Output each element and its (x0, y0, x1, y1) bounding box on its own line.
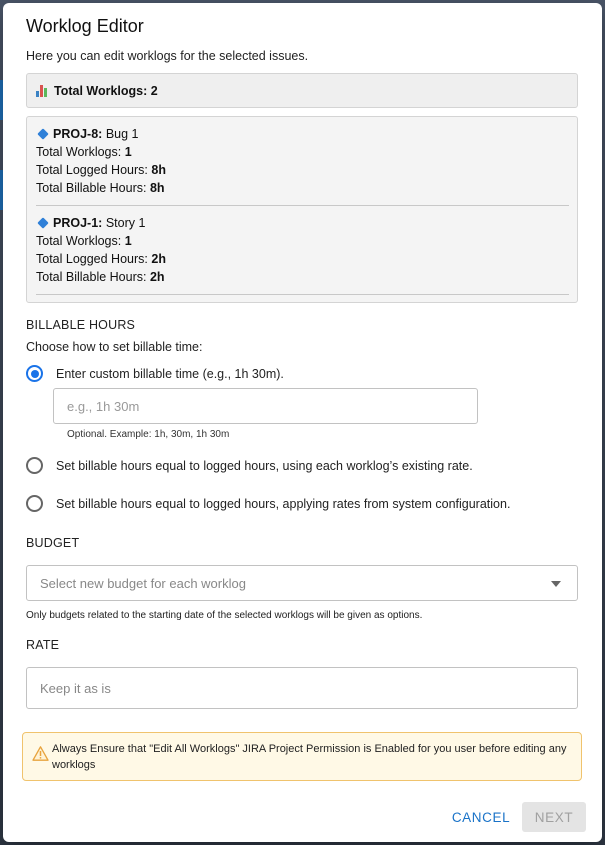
issue-type-icon (37, 128, 49, 140)
billable-hours-prompt: Choose how to set billable time: (26, 340, 203, 354)
worklog-editor-dialog: Worklog Editor Here you can edit worklog… (3, 3, 602, 842)
radio-label: Enter custom billable time (e.g., 1h 30m… (56, 366, 284, 381)
rate-input[interactable] (26, 667, 578, 709)
issue-item: PROJ-1: Story 1 Total Worklogs: 1 Total … (36, 214, 569, 295)
billable-hours-value: 2h (149, 270, 165, 284)
logged-hours-value: 8h (151, 163, 166, 177)
billable-hours-value: 8h (149, 181, 165, 195)
logged-hours-label: Total Logged Hours: (36, 163, 148, 177)
issues-list: PROJ-8: Bug 1 Total Worklogs: 1 Total Lo… (26, 116, 578, 303)
billable-input-hint: Optional. Example: 1h, 30m, 1h 30m (67, 429, 230, 440)
issue-billable-row: Total Billable Hours: 2h (36, 268, 569, 286)
dialog-description: Here you can edit worklogs for the selec… (26, 49, 309, 63)
logged-hours-value: 2h (151, 252, 166, 266)
issue-worklogs-row: Total Worklogs: 1 (36, 232, 569, 250)
total-worklogs-summary: Total Worklogs: 2 (26, 73, 578, 108)
issue-type-icon (37, 217, 49, 229)
radio-existing-rate[interactable]: Set billable hours equal to logged hours… (26, 457, 473, 474)
custom-billable-input[interactable] (53, 388, 478, 424)
logged-hours-label: Total Logged Hours: (36, 252, 148, 266)
radio-button[interactable] (26, 495, 43, 512)
warning-triangle-icon (32, 746, 49, 761)
radio-button[interactable] (26, 365, 43, 382)
issue-item: PROJ-8: Bug 1 Total Worklogs: 1 Total Lo… (36, 125, 569, 206)
dialog-title: Worklog Editor (26, 16, 144, 36)
worklogs-label: Total Worklogs: (36, 234, 122, 248)
budget-select[interactable]: Select new budget for each worklog (26, 565, 578, 601)
issue-name: Story 1 (105, 216, 146, 230)
issue-heading: PROJ-8: Bug 1 (36, 125, 569, 143)
budget-note: Only budgets related to the starting dat… (26, 610, 423, 621)
radio-label: Set billable hours equal to logged hours… (56, 458, 473, 473)
radio-button[interactable] (26, 457, 43, 474)
issue-key: PROJ-8: (53, 127, 103, 141)
worklogs-count: 1 (124, 145, 132, 159)
billable-hours-label: Total Billable Hours: (36, 270, 147, 284)
warning-text: Always Ensure that "Edit All Worklogs" J… (52, 743, 567, 771)
permission-warning: Always Ensure that "Edit All Worklogs" J… (22, 732, 582, 781)
worklogs-count: 1 (124, 234, 132, 248)
chevron-down-icon[interactable] (551, 581, 561, 587)
next-button[interactable]: NEXT (522, 802, 586, 832)
cancel-button[interactable]: CANCEL (450, 802, 512, 832)
worklogs-label: Total Worklogs: (36, 145, 122, 159)
issue-billable-row: Total Billable Hours: 8h (36, 179, 569, 197)
budget-heading: BUDGET (26, 536, 80, 550)
billable-hours-heading: BILLABLE HOURS (26, 318, 136, 332)
issue-heading: PROJ-1: Story 1 (36, 214, 569, 232)
radio-system-rate[interactable]: Set billable hours equal to logged hours… (26, 495, 510, 512)
rate-heading: RATE (26, 638, 60, 652)
issue-worklogs-row: Total Worklogs: 1 (36, 143, 569, 161)
issue-logged-row: Total Logged Hours: 2h (36, 250, 569, 268)
total-worklogs-label: Total Worklogs: 2 (54, 83, 158, 98)
budget-select-placeholder: Select new budget for each worklog (40, 575, 246, 591)
billable-hours-label: Total Billable Hours: (36, 181, 147, 195)
radio-custom-billable[interactable]: Enter custom billable time (e.g., 1h 30m… (26, 365, 284, 382)
bar-chart-icon (36, 84, 49, 97)
issue-key: PROJ-1: (53, 216, 103, 230)
radio-label: Set billable hours equal to logged hours… (56, 496, 511, 511)
issue-logged-row: Total Logged Hours: 8h (36, 161, 569, 179)
issue-name: Bug 1 (105, 127, 139, 141)
